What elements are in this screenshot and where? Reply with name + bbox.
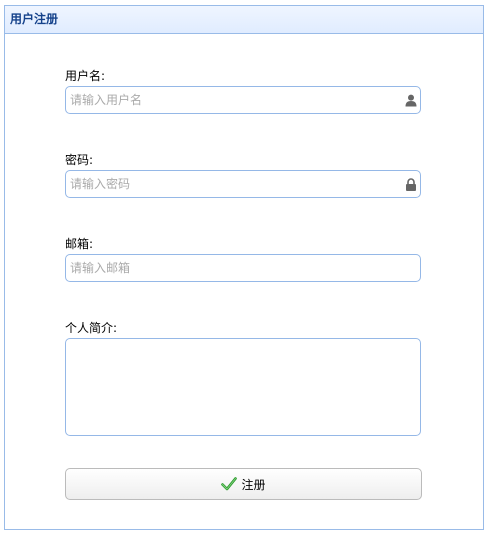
bio-textarea-box[interactable] bbox=[65, 338, 421, 436]
bio-label: 个人简介: bbox=[65, 321, 118, 335]
password-input[interactable] bbox=[70, 171, 400, 197]
password-field-box[interactable] bbox=[65, 170, 421, 198]
register-button-label: 注册 bbox=[241, 477, 266, 492]
check-icon bbox=[221, 477, 238, 491]
user-icon bbox=[405, 94, 417, 107]
email-field-box[interactable] bbox=[65, 254, 421, 282]
register-button[interactable]: 注册 bbox=[65, 468, 422, 500]
registration-panel: 用户注册 用户名: 密码: 邮箱: 个人简介: 注册 bbox=[4, 5, 484, 530]
password-label: 密码: bbox=[65, 153, 94, 167]
email-input[interactable] bbox=[70, 255, 400, 281]
lock-icon bbox=[406, 178, 416, 191]
panel-title: 用户注册 bbox=[5, 6, 483, 34]
email-label: 邮箱: bbox=[65, 237, 94, 251]
username-label: 用户名: bbox=[65, 69, 106, 83]
username-field-box[interactable] bbox=[65, 86, 421, 114]
bio-textarea[interactable] bbox=[66, 339, 420, 435]
username-input[interactable] bbox=[70, 87, 400, 113]
